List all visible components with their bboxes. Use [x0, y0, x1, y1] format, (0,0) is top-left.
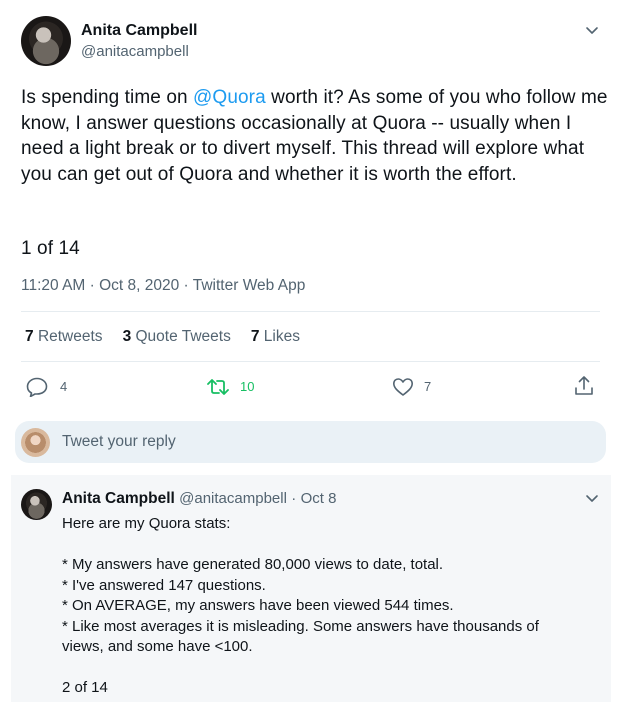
- reply-line: * Like most averages it is misleading. S…: [62, 617, 539, 635]
- quote-tweets-stat[interactable]: 3 Quote Tweets: [123, 328, 231, 345]
- reply-header: Anita Campbell @anitacampbell · Oct 8: [62, 490, 336, 508]
- reply-icon: [26, 377, 48, 397]
- mention-link[interactable]: @Quora: [193, 87, 266, 108]
- user-avatar: [21, 428, 50, 457]
- reply-author-handle[interactable]: @anitacampbell: [179, 490, 287, 507]
- reply-line: 2 of 14: [62, 679, 108, 696]
- reply-line: * I've answered 147 questions.: [62, 576, 266, 594]
- likes-stat[interactable]: 7 Likes: [251, 328, 300, 345]
- tweet-text: Is spending time on @Quora worth it? As …: [21, 85, 609, 187]
- quote-tweets-label: Quote Tweets: [135, 328, 231, 345]
- reply-line: * On AVERAGE, my answers have been viewe…: [62, 597, 454, 614]
- reply-text: Here are my Quora stats: * My answers ha…: [62, 514, 602, 699]
- tweet-timestamp[interactable]: 11:20 AM · Oct 8, 2020 · Twitter Web App: [21, 277, 305, 295]
- chevron-down-icon[interactable]: [584, 490, 600, 506]
- like-button[interactable]: 7: [392, 376, 442, 398]
- reply-line: [62, 535, 602, 556]
- reply-line: [62, 658, 602, 679]
- reply-line: views, and some have <100.: [62, 638, 253, 655]
- retweet-icon: [206, 377, 230, 397]
- reply-line: * My answers have generated 80,000 views…: [62, 556, 444, 573]
- reply-tweet[interactable]: Anita Campbell @anitacampbell · Oct 8 He…: [11, 475, 611, 702]
- reply-count: 4: [60, 379, 68, 394]
- reply-author-avatar[interactable]: [21, 489, 52, 520]
- retweets-label: Retweets: [37, 328, 103, 345]
- reply-composer[interactable]: Tweet your reply: [15, 421, 606, 463]
- author-handle[interactable]: @anitacampbell: [81, 43, 189, 60]
- quote-tweets-count: 3: [122, 328, 132, 345]
- like-count: 7: [424, 379, 432, 394]
- share-icon: [573, 375, 595, 397]
- like-icon: [392, 377, 414, 397]
- chevron-down-icon[interactable]: [584, 22, 600, 38]
- retweets-stat[interactable]: 7 Retweets: [25, 328, 103, 345]
- thread-counter: 1 of 14: [21, 238, 80, 259]
- stats-row: 7 Retweets 3 Quote Tweets 7 Likes: [25, 328, 300, 346]
- reply-dot: ·: [291, 490, 297, 507]
- author-name[interactable]: Anita Campbell: [81, 22, 197, 40]
- retweets-count: 7: [25, 328, 34, 345]
- reply-input[interactable]: Tweet your reply: [62, 433, 176, 451]
- divider: [21, 311, 600, 312]
- share-button[interactable]: [573, 375, 595, 397]
- likes-count: 7: [250, 328, 260, 345]
- divider: [21, 361, 600, 362]
- author-avatar[interactable]: [21, 16, 71, 66]
- retweet-button[interactable]: 10: [206, 376, 266, 398]
- likes-label: Likes: [263, 328, 300, 345]
- reply-author-name[interactable]: Anita Campbell: [62, 490, 175, 507]
- retweet-count: 10: [240, 379, 255, 394]
- tweet-text-part: Is spending time on: [21, 87, 194, 108]
- reply-button[interactable]: 4: [26, 376, 76, 398]
- reply-date[interactable]: Oct 8: [301, 490, 337, 507]
- reply-line: Here are my Quora stats:: [62, 515, 231, 532]
